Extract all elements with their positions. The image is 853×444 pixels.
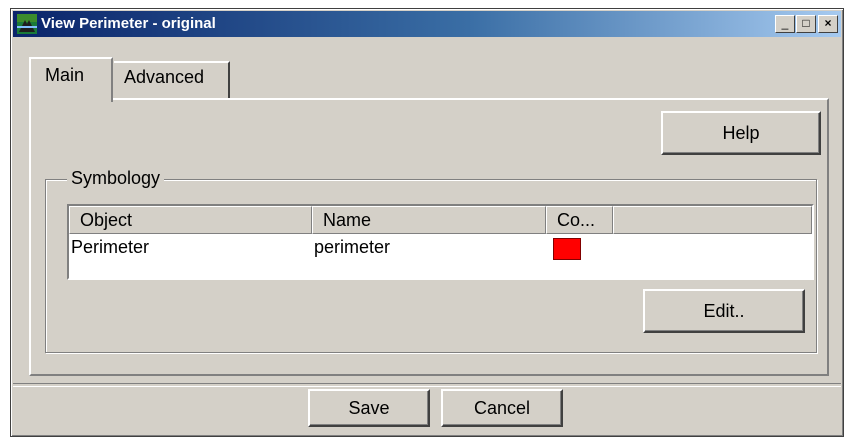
maximize-button[interactable]: □ <box>796 15 816 33</box>
edit-button-label: Edit.. <box>703 300 745 321</box>
window-title: View Perimeter - original <box>41 15 216 32</box>
save-button-label: Save <box>348 397 390 418</box>
help-button[interactable]: Help <box>661 111 821 155</box>
title-bar[interactable]: View Perimeter - original _ □ × <box>13 11 841 37</box>
table-row[interactable]: Perimeter perimeter <box>69 234 812 264</box>
column-color-label: Co... <box>557 210 596 230</box>
tab-main-label: Main <box>45 65 85 85</box>
column-header-name[interactable]: Name <box>312 206 546 234</box>
tab-main[interactable]: Main <box>29 57 113 102</box>
cancel-button[interactable]: Cancel <box>441 389 563 427</box>
column-object-label: Object <box>80 210 133 230</box>
symbology-list[interactable]: Object Name Co... Perimeter perimeter <box>67 204 814 280</box>
column-name-label: Name <box>323 210 372 230</box>
tab-advanced-label: Advanced <box>124 67 205 87</box>
cell-object: Perimeter <box>71 237 150 257</box>
save-button[interactable]: Save <box>308 389 430 427</box>
color-swatch[interactable] <box>553 238 581 260</box>
cell-name: perimeter <box>314 237 391 257</box>
symbology-label: Symbology <box>67 168 165 189</box>
help-button-label: Help <box>722 122 760 143</box>
column-header-object[interactable]: Object <box>69 206 312 234</box>
dialog-window: View Perimeter - original _ □ × Main Adv… <box>10 8 844 437</box>
column-header-empty[interactable] <box>613 206 812 234</box>
footer-divider <box>13 383 841 387</box>
tab-advanced[interactable]: Advanced <box>114 61 230 98</box>
map-icon <box>17 14 37 34</box>
minimize-button[interactable]: _ <box>775 15 795 33</box>
close-button[interactable]: × <box>818 15 838 33</box>
edit-button[interactable]: Edit.. <box>643 289 805 333</box>
column-header-color[interactable]: Co... <box>546 206 613 234</box>
cancel-button-label: Cancel <box>473 397 531 418</box>
